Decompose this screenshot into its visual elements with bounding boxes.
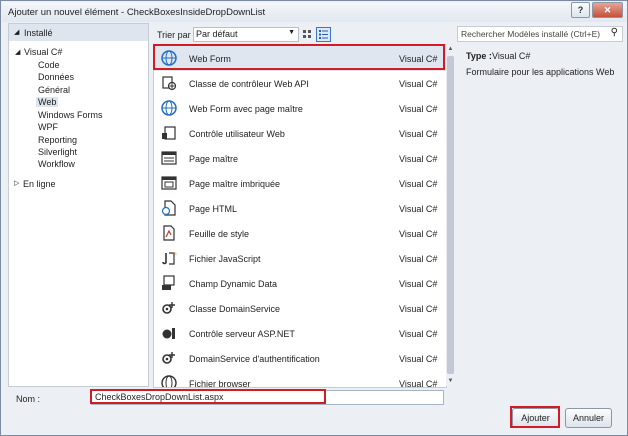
tree-item-visual-csharp[interactable]: Visual C# [24, 47, 62, 57]
svg-text:JS: JS [172, 251, 177, 256]
type-label: Type : [466, 51, 492, 61]
template-language: Visual C# [399, 204, 438, 214]
add-button-highlight [510, 406, 560, 428]
sort-dropdown[interactable]: Par défaut ▼ [193, 27, 299, 42]
web-form-highlight [153, 44, 445, 70]
template-row[interactable]: JS Fichier JavaScript Visual C# [154, 246, 446, 271]
template-name: Classe DomainService [189, 304, 281, 314]
dynamic-data-icon [162, 275, 175, 290]
template-language: Visual C# [399, 229, 438, 239]
master-page-icon [161, 151, 177, 165]
controller-class-icon [162, 76, 177, 91]
tree-item-silverlight[interactable]: Silverlight [38, 147, 77, 157]
template-row[interactable]: Classe DomainService Visual C# [154, 296, 446, 321]
template-language: Visual C# [399, 129, 438, 139]
stylesheet-icon [163, 225, 175, 241]
search-input[interactable]: Rechercher Modèles installé (Ctrl+E) [461, 29, 600, 39]
template-language: Visual C# [399, 79, 438, 89]
chevron-down-icon: ▼ [288, 29, 295, 36]
globe-icon [161, 375, 177, 387]
tree-item-reporting[interactable]: Reporting [38, 135, 77, 145]
template-list: Web Form Visual C# Classe de contrôleur … [153, 44, 447, 388]
template-name: Feuille de style [189, 229, 250, 239]
scrollbar-thumb[interactable] [447, 56, 454, 374]
search-icon[interactable]: ⚲ [611, 27, 618, 38]
template-row[interactable]: Page maître Visual C# [154, 146, 446, 171]
collapse-arrow-icon[interactable]: ◢ [14, 28, 19, 36]
tree-item-windows-forms[interactable]: Windows Forms [38, 110, 103, 120]
user-control-icon [162, 126, 176, 140]
list-view-button[interactable] [316, 27, 331, 42]
template-language: Visual C# [399, 179, 438, 189]
template-row[interactable]: Classe de contrôleur Web API Visual C# [154, 71, 446, 96]
expand-arrow-icon[interactable]: ▷ [14, 179, 19, 187]
tree-item-web[interactable]: Web [36, 97, 59, 107]
template-name: Web Form avec page maître [189, 104, 303, 114]
domain-service-icon [162, 302, 175, 314]
template-language: Visual C# [399, 354, 438, 364]
sort-value: Par défaut [196, 29, 238, 39]
template-name: Fichier JavaScript [189, 254, 261, 264]
template-row[interactable]: Web Form avec page maître Visual C# [154, 96, 446, 121]
scroll-up-icon[interactable]: ▲ [446, 44, 455, 54]
category-tree: ◢ Installé ◢ Visual C# Code Données Géné… [8, 23, 149, 387]
javascript-file-icon: JS [162, 251, 177, 265]
name-highlight [90, 389, 326, 404]
tree-item-code[interactable]: Code [38, 60, 60, 70]
template-row[interactable]: Page HTML Visual C# [154, 196, 446, 221]
list-view-icon [319, 30, 328, 39]
tree-item-wpf[interactable]: WPF [38, 122, 58, 132]
template-language: Visual C# [399, 279, 438, 289]
nested-master-page-icon [161, 176, 177, 190]
template-row[interactable]: Feuille de style Visual C# [154, 221, 446, 246]
tree-item-en-ligne[interactable]: En ligne [23, 179, 56, 189]
type-value: Visual C# [492, 51, 531, 61]
template-row[interactable]: DomainService d'authentification Visual … [154, 346, 446, 371]
expand-arrow-icon[interactable]: ◢ [15, 48, 20, 56]
window-title: Ajouter un nouvel élément - CheckBoxesIn… [8, 7, 266, 18]
template-list-scrollbar[interactable]: ▲ ▼ [446, 44, 455, 386]
template-row[interactable]: Fichier browser Visual C# [154, 371, 446, 388]
template-name: Champ Dynamic Data [189, 279, 278, 289]
template-name: Classe de contrôleur Web API [189, 79, 309, 89]
name-label: Nom : [16, 394, 41, 404]
template-row[interactable]: Champ Dynamic Data Visual C# [154, 271, 446, 296]
server-control-icon [162, 328, 175, 339]
template-name: Page HTML [189, 204, 238, 214]
template-language: Visual C# [399, 329, 438, 339]
template-name: Fichier browser [189, 379, 251, 388]
template-name: DomainService d'authentification [189, 354, 320, 364]
globe-icon [161, 100, 177, 116]
scroll-down-icon[interactable]: ▼ [446, 376, 455, 386]
installed-header[interactable]: ◢ Installé [9, 24, 148, 41]
tree-item-donnees[interactable]: Données [38, 72, 74, 82]
template-name: Contrôle serveur ASP.NET [189, 329, 295, 339]
template-row[interactable]: Contrôle utilisateur Web Visual C# [154, 121, 446, 146]
template-description: Formulaire pour les applications Web [466, 67, 615, 77]
tree-item-general[interactable]: Général [38, 85, 70, 95]
template-row[interactable]: Contrôle serveur ASP.NET Visual C# [154, 321, 446, 346]
grid-view-icon [303, 30, 311, 38]
template-language: Visual C# [399, 154, 438, 164]
template-name: Page maître [189, 154, 239, 164]
template-language: Visual C# [399, 104, 438, 114]
template-row[interactable]: Page maître imbriquée Visual C# [154, 171, 446, 196]
title-bar: Ajouter un nouvel élément - CheckBoxesIn… [2, 2, 626, 22]
template-language: Visual C# [399, 379, 438, 388]
template-language: Visual C# [399, 304, 438, 314]
template-language: Visual C# [399, 254, 438, 264]
template-name: Contrôle utilisateur Web [189, 129, 285, 139]
close-button[interactable]: ✕ [592, 2, 623, 18]
html-page-icon [161, 200, 176, 216]
sort-label: Trier par : [157, 30, 196, 40]
help-button[interactable]: ? [571, 2, 590, 18]
installed-label: Installé [24, 28, 53, 38]
grid-view-button[interactable] [300, 27, 315, 42]
cancel-button[interactable]: Annuler [565, 408, 612, 428]
template-search[interactable]: Rechercher Modèles installé (Ctrl+E) ⚲ [457, 26, 623, 42]
template-name: Page maître imbriquée [189, 179, 281, 189]
auth-service-icon [162, 352, 175, 364]
tree-item-workflow[interactable]: Workflow [38, 159, 75, 169]
